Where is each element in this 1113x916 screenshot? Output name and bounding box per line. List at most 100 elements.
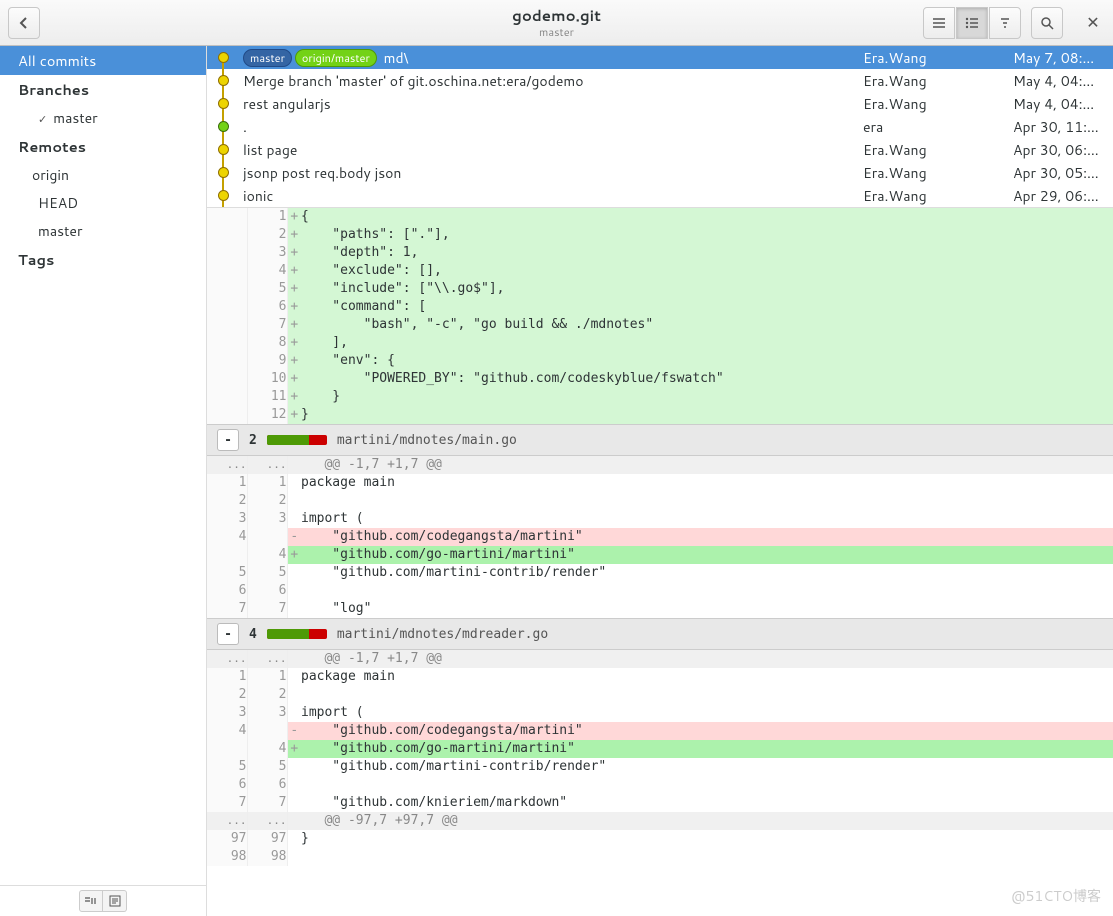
sidebar-tags-header[interactable]: Tags [0,245,206,274]
commit-row[interactable]: list pageEra.WangApr 30, 06:… [207,138,1113,161]
diff-line: 7+ "bash", "-c", "go build && ./mdnotes" [207,316,1113,334]
commit-dot-icon [218,144,229,155]
commit-dot-icon [218,167,229,178]
diff-line: 66 [207,582,1113,600]
commit-author: Era.Wang [863,71,1013,91]
commit-date: Apr 30, 05:… [1013,163,1113,183]
sidebar-all-commits[interactable]: All commits [0,46,206,75]
remote-badge: origin/master [295,49,377,67]
commit-dot-icon [218,98,229,109]
commit-row[interactable]: masterorigin/master md\Era.WangMay 7, 08… [207,46,1113,69]
diff-line: 11package main [207,474,1113,492]
change-count: 4 [249,627,257,642]
commit-dot-icon [218,190,229,201]
commit-row[interactable]: rest angularjsEra.WangMay 4, 04:… [207,92,1113,115]
commit-date: Apr 29, 06:… [1013,186,1113,206]
diff-hunk-header: ...... @@ -1,7 +1,7 @@ [207,456,1113,474]
diff-line: 11+ } [207,388,1113,406]
diff-line: 1+{ [207,208,1113,226]
diff-line: 9+ "env": { [207,352,1113,370]
diff-line: 6+ "command": [ [207,298,1113,316]
commit-dot-icon [218,52,229,63]
diff-line: 4- "github.com/codegangsta/martini" [207,722,1113,740]
diff-line: 22 [207,492,1113,510]
diff-line: 10+ "POWERED_BY": "github.com/codeskyblu… [207,370,1113,388]
sidebar-branches-header[interactable]: Branches [0,75,206,104]
diff-line: 5+ "include": ["\\.go$"], [207,280,1113,298]
branch-badge: master [243,49,292,67]
sidebar-toggle-detail-button[interactable] [103,890,127,912]
commit-message: masterorigin/master md\ [239,48,863,68]
header-bar: godemo.git master ✕ [0,0,1113,46]
commit-row[interactable]: jsonp post req.body jsonEra.WangApr 30, … [207,161,1113,184]
diff-line: 2+ "paths": ["."], [207,226,1113,244]
diff-line: 11package main [207,668,1113,686]
diff-line: 9898 [207,848,1113,866]
diff-line: 3+ "depth": 1, [207,244,1113,262]
view-lines-button[interactable] [923,7,955,39]
commit-date: Apr 30, 06:… [1013,140,1113,160]
file-path: martini/mdnotes/mdreader.go [337,627,548,642]
sidebar-branch-master[interactable]: master [0,104,206,132]
commit-message: rest angularjs [239,94,863,114]
sidebar-remote-origin[interactable]: origin [0,161,206,189]
view-list-button[interactable] [956,7,988,39]
diff-line: 8+ ], [207,334,1113,352]
diff-line: 4- "github.com/codegangsta/martini" [207,528,1113,546]
commit-dot-icon [218,75,229,86]
change-count: 2 [249,433,257,448]
diff-line: 55 "github.com/martini-contrib/render" [207,758,1113,776]
sidebar-remote-head[interactable]: HEAD [0,189,206,217]
commit-message: ionic [239,186,863,206]
diff-line: 66 [207,776,1113,794]
diff-line: 4+ "exclude": [], [207,262,1113,280]
sidebar-remotes-header[interactable]: Remotes [0,132,206,161]
diff-hunk-header: ...... @@ -97,7 +97,7 @@ [207,812,1113,830]
file-header: -2 martini/mdnotes/main.go [207,424,1113,456]
commit-dot-icon [218,121,229,132]
diff-line: 22 [207,686,1113,704]
commit-author: era [863,117,1013,137]
file-path: martini/mdnotes/main.go [337,433,517,448]
collapse-file-button[interactable]: - [217,429,239,451]
diff-line: 4+ "github.com/go-martini/martini" [207,740,1113,758]
sidebar-remote-master[interactable]: master [0,217,206,245]
commit-row[interactable]: .eraApr 30, 11:… [207,115,1113,138]
diff-line: 9797} [207,830,1113,848]
sidebar: All commits Branches master Remotes orig… [0,46,207,916]
commit-row[interactable]: ionicEra.WangApr 29, 06:… [207,184,1113,207]
diff-line: 55 "github.com/martini-contrib/render" [207,564,1113,582]
diff-view[interactable]: 1+{2+ "paths": ["."],3+ "depth": 1,4+ "e… [207,207,1113,916]
sidebar-toggle-hv-button[interactable] [79,890,103,912]
commit-author: Era.Wang [863,140,1013,160]
commit-date: May 4, 04:… [1013,94,1113,114]
commit-author: Era.Wang [863,186,1013,206]
commit-author: Era.Wang [863,163,1013,183]
search-button[interactable] [1031,7,1063,39]
diff-line: 4+ "github.com/go-martini/martini" [207,546,1113,564]
view-collapse-button[interactable] [989,7,1021,39]
collapse-file-button[interactable]: - [217,623,239,645]
commit-date: May 7, 08:… [1013,48,1113,68]
commit-author: Era.Wang [863,48,1013,68]
change-bar [267,435,327,445]
diff-line: 77 "log" [207,600,1113,618]
commit-message: Merge branch 'master' of git.oschina.net… [239,71,863,91]
back-button[interactable] [8,7,40,39]
diff-line: 33import ( [207,510,1113,528]
commit-date: May 4, 04:… [1013,71,1113,91]
file-header: -4 martini/mdnotes/mdreader.go [207,618,1113,650]
commit-message: jsonp post req.body json [239,163,863,183]
diff-line: 77 "github.com/knieriem/markdown" [207,794,1113,812]
commit-message: . [239,117,863,137]
close-button[interactable]: ✕ [1079,9,1107,37]
change-bar [267,629,327,639]
diff-hunk-header: ...... @@ -1,7 +1,7 @@ [207,650,1113,668]
commit-message: list page [239,140,863,160]
diff-line: 12+} [207,406,1113,424]
commit-list: masterorigin/master md\Era.WangMay 7, 08… [207,46,1113,207]
commit-date: Apr 30, 11:… [1013,117,1113,137]
diff-line: 33import ( [207,704,1113,722]
commit-author: Era.Wang [863,94,1013,114]
commit-row[interactable]: Merge branch 'master' of git.oschina.net… [207,69,1113,92]
